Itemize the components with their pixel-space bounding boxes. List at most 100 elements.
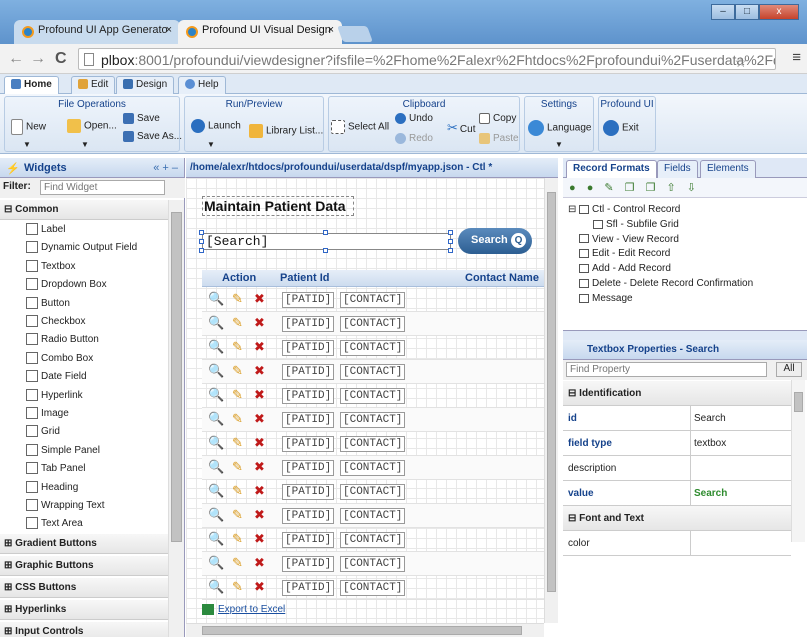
patient-id-field[interactable]: [PATID] — [282, 436, 335, 452]
record-item-sfl[interactable]: Sfl - Subfile Grid — [593, 219, 679, 230]
magnify-icon[interactable]: 🔍 — [208, 459, 224, 475]
delete-icon[interactable]: ✖ — [254, 555, 265, 571]
select-all-button[interactable]: Select All — [331, 120, 389, 134]
property-row-description[interactable]: description — [563, 456, 791, 481]
pencil-icon[interactable]: ✎ — [232, 363, 243, 379]
widget-item-textbox[interactable]: Textbox — [26, 259, 75, 272]
delete-icon[interactable]: ✖ — [254, 363, 265, 379]
resize-handle[interactable] — [199, 248, 204, 253]
table-row[interactable]: 🔍 ✎ ✖ [PATID] [CONTACT] — [202, 456, 544, 480]
table-row[interactable]: 🔍 ✎ ✖ [PATID] [CONTACT] — [202, 360, 544, 384]
widget-item-tab-panel[interactable]: Tab Panel — [26, 462, 85, 475]
contact-field[interactable]: [CONTACT] — [340, 508, 406, 524]
resize-handle[interactable] — [323, 248, 328, 253]
widget-item-text-area[interactable]: Text Area — [26, 517, 83, 530]
property-row-value[interactable]: value Search — [563, 481, 791, 506]
patient-id-field[interactable]: [PATID] — [282, 388, 335, 404]
resize-handle[interactable] — [448, 248, 453, 253]
scrollbar-thumb[interactable] — [794, 392, 803, 412]
pencil-icon[interactable]: ✎ — [232, 483, 243, 499]
resize-handle[interactable] — [199, 230, 204, 235]
delete-icon[interactable]: ✖ — [254, 579, 265, 595]
magnify-icon[interactable]: 🔍 — [208, 531, 224, 547]
maximize-button[interactable]: □ — [735, 4, 759, 20]
delete-icon[interactable]: ✖ — [254, 315, 265, 331]
open-dropdown-icon[interactable]: ▼ — [81, 140, 89, 149]
record-item-message[interactable]: Message — [579, 293, 633, 304]
tab-close-icon[interactable]: × — [166, 24, 172, 36]
table-row[interactable]: 🔍 ✎ ✖ [PATID] [CONTACT] — [202, 480, 544, 504]
widget-item-button[interactable]: Button — [26, 296, 70, 309]
save-as-button[interactable]: Save As... — [123, 131, 182, 142]
patient-id-field[interactable]: [PATID] — [282, 580, 335, 596]
tab-help[interactable]: Help — [178, 76, 226, 94]
widget-item-image[interactable]: Image — [26, 407, 69, 419]
pencil-icon[interactable]: ✎ — [232, 459, 243, 475]
property-value[interactable]: textbox — [694, 438, 726, 449]
resize-handle[interactable] — [448, 239, 453, 244]
resize-handle[interactable] — [323, 230, 328, 235]
reload-icon[interactable]: C — [55, 50, 67, 68]
column-header-contact-name[interactable]: Contact Name — [465, 272, 539, 284]
table-row[interactable]: 🔍 ✎ ✖ [PATID] [CONTACT] — [202, 552, 544, 576]
panel-header-buttons[interactable]: « + – — [153, 162, 178, 174]
pencil-icon[interactable]: ✎ — [232, 291, 243, 307]
section-font-and-text[interactable]: ⊟ Font and Text — [563, 506, 791, 531]
new-tab-button[interactable] — [337, 26, 373, 42]
magnify-icon[interactable]: 🔍 — [208, 579, 224, 595]
patient-id-field[interactable]: [PATID] — [282, 532, 335, 548]
paste-button[interactable]: Paste — [479, 133, 519, 144]
property-row-field-type[interactable]: field type textbox — [563, 431, 791, 456]
widget-item-date-field[interactable]: Date Field — [26, 370, 87, 383]
browser-menu-icon[interactable]: ≡ — [792, 49, 801, 66]
widget-item-checkbox[interactable]: Checkbox — [26, 315, 85, 327]
search-button[interactable]: Search Q — [458, 228, 532, 254]
redo-button[interactable]: Redo — [395, 133, 433, 144]
tab-fields[interactable]: Fields — [657, 160, 698, 178]
section-gradient-buttons[interactable]: ⊞ Gradient Buttons — [0, 534, 168, 554]
copy-button[interactable]: Copy — [479, 113, 516, 124]
design-canvas[interactable]: Maintain Patient Data [Search] Search Q A… — [186, 178, 544, 623]
delete-icon[interactable]: ✖ — [254, 411, 265, 427]
export-to-excel-link[interactable]: Export to Excel — [202, 604, 285, 615]
contact-field[interactable]: [CONTACT] — [340, 580, 406, 596]
forward-icon[interactable]: → — [30, 50, 46, 68]
record-item-edit[interactable]: Edit - Edit Record — [579, 248, 670, 259]
properties-scrollbar[interactable] — [791, 380, 805, 542]
patient-id-field[interactable]: [PATID] — [282, 508, 335, 524]
magnify-icon[interactable]: 🔍 — [208, 339, 224, 355]
patient-id-field[interactable]: [PATID] — [282, 316, 335, 332]
record-item-ctl[interactable]: Ctl - Control Record — [579, 204, 680, 215]
magnify-icon[interactable]: 🔍 — [208, 291, 224, 307]
record-item-delete[interactable]: Delete - Delete Record Confirmation — [579, 278, 753, 289]
widget-item-radio-button[interactable]: Radio Button — [26, 333, 99, 346]
magnify-icon[interactable]: 🔍 — [208, 483, 224, 499]
language-button[interactable]: Language — [528, 120, 592, 136]
contact-field[interactable]: [CONTACT] — [340, 340, 406, 356]
table-row[interactable]: 🔍 ✎ ✖ [PATID] [CONTACT] — [202, 504, 544, 528]
widget-item-label[interactable]: Label — [26, 223, 65, 235]
widget-item-hyperlink[interactable]: Hyperlink — [26, 388, 83, 401]
all-button[interactable]: All — [776, 362, 802, 377]
table-row[interactable]: 🔍 ✎ ✖ [PATID] [CONTACT] — [202, 408, 544, 432]
widget-item-dynamic-output-field[interactable]: Dynamic Output Field — [26, 241, 137, 254]
column-header-action[interactable]: Action — [222, 272, 256, 284]
browser-tab-app-generator[interactable]: Profound UI App Generato × — [14, 20, 180, 44]
open-button[interactable]: Open... — [67, 119, 117, 133]
delete-icon[interactable]: ✖ — [254, 435, 265, 451]
magnify-icon[interactable]: 🔍 — [208, 411, 224, 427]
pencil-icon[interactable]: ✎ — [232, 531, 243, 547]
scrollbar-thumb[interactable] — [171, 212, 182, 542]
widget-item-dropdown-box[interactable]: Dropdown Box — [26, 278, 107, 291]
widget-item-simple-panel[interactable]: Simple Panel — [26, 443, 100, 456]
patient-id-field[interactable]: [PATID] — [282, 340, 335, 356]
patient-id-field[interactable]: [PATID] — [282, 364, 335, 380]
widget-item-grid[interactable]: Grid — [26, 425, 60, 438]
tab-close-icon[interactable]: × — [328, 24, 334, 36]
new-dropdown-icon[interactable]: ▼ — [23, 140, 31, 149]
resize-handle[interactable] — [199, 239, 204, 244]
column-header-patient-id[interactable]: Patient Id — [280, 272, 330, 284]
section-css-buttons[interactable]: ⊞ CSS Buttons — [0, 578, 168, 598]
bookmark-star-icon[interactable]: ☆ — [734, 54, 747, 69]
delete-icon[interactable]: ✖ — [254, 291, 265, 307]
